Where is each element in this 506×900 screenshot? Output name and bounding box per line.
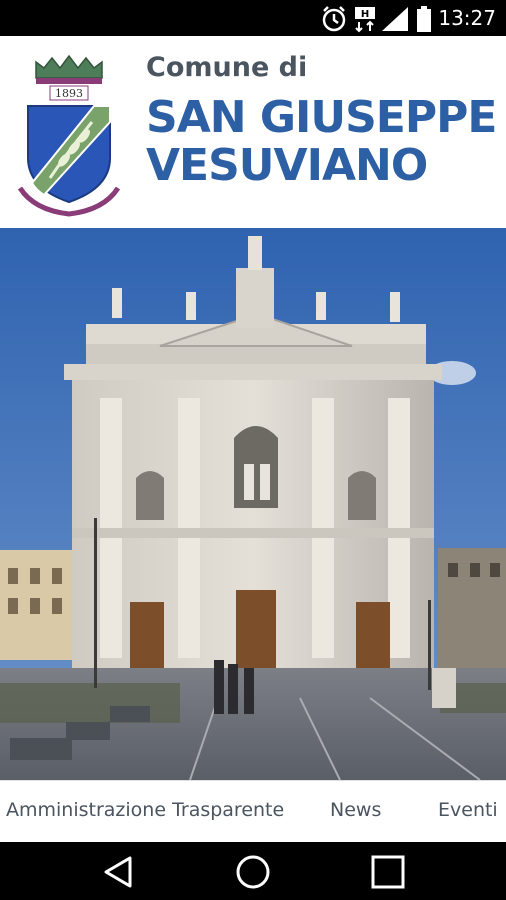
back-icon[interactable]: [100, 854, 136, 890]
data-transfer-icon: H: [354, 5, 376, 37]
app-header: 1893 Comune di SAN GIUSEPPE VESUVIANO: [0, 36, 506, 228]
nav-item-amministrazione-trasparente[interactable]: Amministrazione Trasparente: [6, 799, 284, 821]
city-name-line1: SAN GIUSEPPE: [146, 92, 497, 143]
nav-item-eventi[interactable]: Eventi: [438, 799, 498, 821]
bottom-nav: Amministrazione Trasparente News Eventi: [0, 780, 506, 843]
church-photo: [0, 228, 506, 780]
recents-icon[interactable]: [370, 854, 406, 890]
city-name-line2: VESUVIANO: [146, 140, 428, 191]
clock-time: 13:27: [438, 6, 496, 30]
alarm-icon: [320, 5, 348, 37]
svg-text:H: H: [361, 9, 369, 20]
battery-icon: [416, 5, 432, 37]
signal-icon: [380, 5, 410, 37]
nav-item-news[interactable]: News: [330, 799, 381, 821]
status-bar: H 13:27: [0, 0, 506, 36]
system-nav-bar: [0, 842, 506, 900]
city-name: SAN GIUSEPPE VESUVIANO: [146, 92, 497, 191]
town-crest-logo: 1893: [14, 50, 124, 220]
header-prefix: Comune di: [146, 52, 308, 83]
home-icon[interactable]: [235, 854, 271, 890]
crest-year: 1893: [55, 87, 83, 100]
